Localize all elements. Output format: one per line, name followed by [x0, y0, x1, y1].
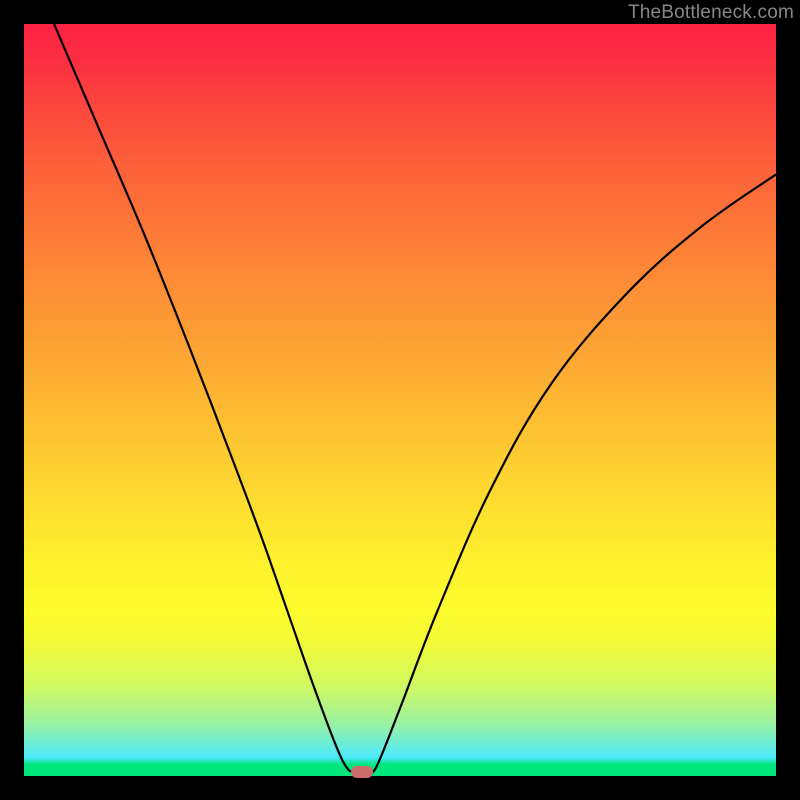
watermark-text: TheBottleneck.com: [628, 2, 794, 24]
chart-frame: TheBottleneck.com: [0, 0, 800, 800]
optimal-point-marker: [351, 766, 373, 778]
bottleneck-curve: [24, 24, 776, 776]
plot-area: [24, 24, 776, 776]
